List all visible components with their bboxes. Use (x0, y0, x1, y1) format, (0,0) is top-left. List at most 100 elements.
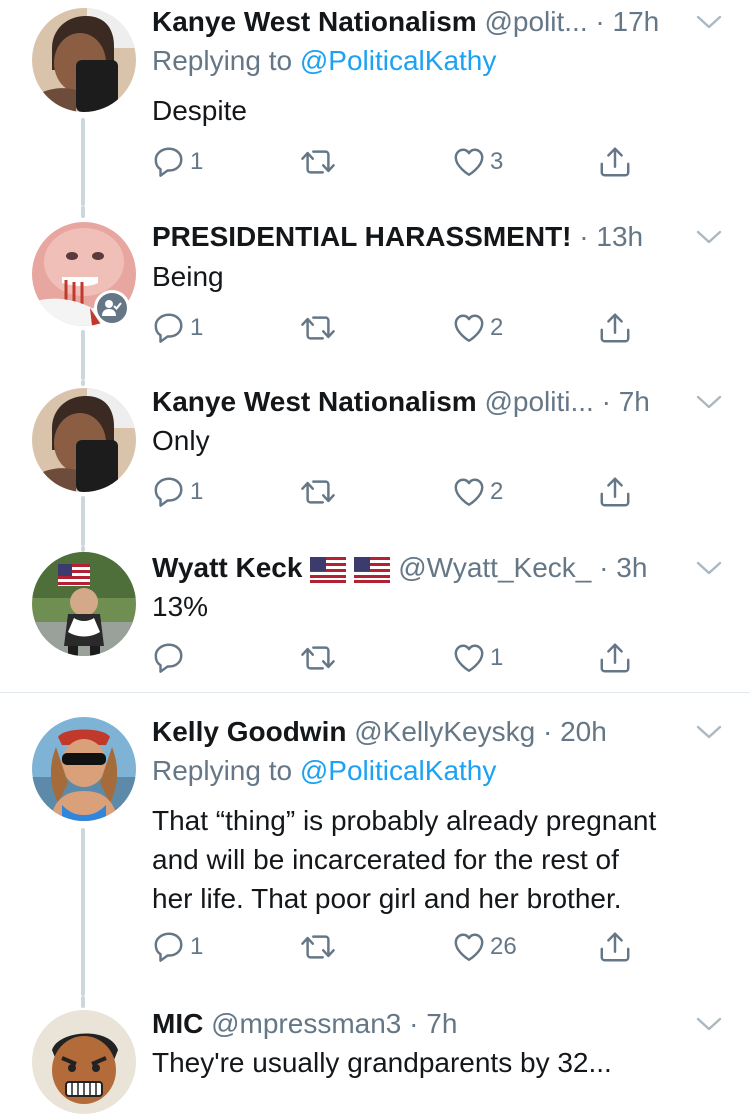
display-name[interactable]: Kanye West Nationalism (152, 6, 477, 37)
retweet-icon (299, 145, 337, 179)
timestamp[interactable]: 17h (613, 6, 660, 37)
timestamp[interactable]: 20h (560, 716, 607, 747)
username[interactable]: @mpressman3 (211, 1008, 401, 1039)
share-icon (598, 930, 632, 964)
like-button[interactable]: 3 (452, 144, 503, 180)
separator-dot: · (579, 221, 589, 252)
like-icon (452, 145, 486, 179)
tweet-actions: 1 2 (152, 310, 652, 346)
tweet-text-line: her life. That poor girl and her brother… (152, 883, 622, 914)
like-count: 1 (490, 644, 504, 671)
share-icon (598, 475, 632, 509)
tweet-2[interactable]: PRESIDENTIAL HARASSMENT! · 13h Being 1 2 (0, 206, 750, 380)
replying-to-mention[interactable]: @PoliticalKathy (300, 45, 497, 76)
reply-button[interactable]: 1 (152, 310, 203, 346)
tweet-header: Kanye West Nationalism @politi... · 7h (152, 382, 730, 422)
timestamp[interactable]: 7h (426, 1008, 457, 1039)
display-name[interactable]: Wyatt Keck (152, 552, 302, 583)
display-name[interactable]: MIC (152, 1008, 203, 1039)
retweet-button[interactable] (299, 310, 341, 346)
verified-user-badge-icon (94, 290, 130, 326)
tweet-text-line: That “thing” is probably already pregnan… (152, 805, 657, 836)
display-name[interactable]: Kanye West Nationalism (152, 386, 477, 417)
like-count: 26 (490, 933, 517, 960)
chevron-down-icon[interactable] (696, 217, 722, 257)
chevron-down-icon[interactable] (696, 1004, 722, 1044)
reply-button[interactable]: 1 (152, 144, 203, 180)
tweet-actions: 1 26 (152, 929, 652, 965)
avatar[interactable] (32, 388, 136, 492)
retweet-icon (299, 475, 337, 509)
tweet-5[interactable]: Kelly Goodwin @KellyKeyskg · 20h Replyin… (0, 693, 750, 996)
separator-dot: · (601, 386, 611, 417)
share-button[interactable] (598, 929, 632, 965)
reply-count: 1 (190, 148, 204, 175)
reply-icon (152, 311, 186, 345)
username[interactable]: @politi... (484, 386, 593, 417)
retweet-icon (299, 311, 337, 345)
tweet-6[interactable]: MIC @mpressman3 · 7h They're usually gra… (0, 996, 750, 1114)
timestamp[interactable]: 7h (619, 386, 650, 417)
tweet-text: They're usually grandparents by 32... (152, 1047, 612, 1078)
reply-button[interactable]: 1 (152, 929, 203, 965)
reply-button[interactable]: 1 (152, 474, 203, 510)
tweet-1[interactable]: Kanye West Nationalism @polit... · 17h R… (0, 0, 750, 206)
tweet-header: MIC @mpressman3 · 7h (152, 1004, 730, 1044)
avatar[interactable] (32, 1010, 136, 1114)
chevron-down-icon[interactable] (696, 382, 722, 422)
timestamp[interactable]: 3h (616, 552, 647, 583)
share-button[interactable] (598, 640, 632, 676)
replying-to: Replying to @PoliticalKathy (152, 41, 496, 81)
display-name[interactable]: PRESIDENTIAL HARASSMENT! (152, 221, 572, 252)
separator-dot: · (542, 716, 553, 747)
like-button[interactable]: 26 (452, 929, 517, 965)
tweet-text: Being (152, 261, 224, 292)
like-count: 2 (490, 314, 504, 341)
tweet-actions: 1 3 (152, 144, 652, 180)
retweet-icon (299, 930, 337, 964)
tweet-4[interactable]: Wyatt Keck @Wyatt_Keck_ · 3h 13% 1 (0, 546, 750, 692)
display-name[interactable]: Kelly Goodwin (152, 716, 346, 747)
tweet-3[interactable]: Kanye West Nationalism @politi... · 7h O… (0, 380, 750, 546)
chevron-down-icon[interactable] (696, 548, 722, 588)
separator-dot: · (595, 6, 605, 37)
like-icon (452, 475, 486, 509)
retweet-button[interactable] (299, 474, 341, 510)
username[interactable]: @polit... (484, 6, 587, 37)
separator-dot: · (599, 552, 609, 583)
avatar[interactable] (32, 552, 136, 656)
like-count: 2 (490, 478, 504, 505)
retweet-button[interactable] (299, 929, 341, 965)
reply-count: 1 (190, 478, 204, 505)
share-button[interactable] (598, 310, 632, 346)
reply-button[interactable] (152, 640, 190, 676)
replying-to: Replying to @PoliticalKathy (152, 751, 496, 791)
share-button[interactable] (598, 144, 632, 180)
separator-dot: · (409, 1008, 419, 1039)
like-button[interactable]: 2 (452, 310, 503, 346)
retweet-button[interactable] (299, 640, 341, 676)
replying-to-mention[interactable]: @PoliticalKathy (300, 755, 497, 786)
like-count: 3 (490, 148, 504, 175)
username[interactable]: @Wyatt_Keck_ (398, 552, 591, 583)
reply-count: 1 (190, 314, 204, 341)
username[interactable]: @KellyKeyskg (354, 716, 535, 747)
tweet-text: That “thing” is probably already pregnan… (152, 801, 732, 918)
like-button[interactable]: 2 (452, 474, 503, 510)
reply-icon (152, 930, 186, 964)
share-icon (598, 145, 632, 179)
share-button[interactable] (598, 474, 632, 510)
tweet-text-line: and will be incarcerated for the rest of (152, 844, 619, 875)
chevron-down-icon[interactable] (696, 2, 722, 42)
tweet-header: PRESIDENTIAL HARASSMENT! · 13h (152, 217, 730, 257)
avatar[interactable] (32, 8, 136, 112)
share-icon (598, 311, 632, 345)
replying-to-prefix: Replying to (152, 45, 300, 76)
chevron-down-icon[interactable] (696, 712, 722, 752)
avatar[interactable] (32, 717, 136, 821)
retweet-button[interactable] (299, 144, 341, 180)
like-button[interactable]: 1 (452, 640, 503, 676)
tweet-text: Only (152, 425, 210, 456)
like-icon (452, 641, 486, 675)
timestamp[interactable]: 13h (596, 221, 643, 252)
